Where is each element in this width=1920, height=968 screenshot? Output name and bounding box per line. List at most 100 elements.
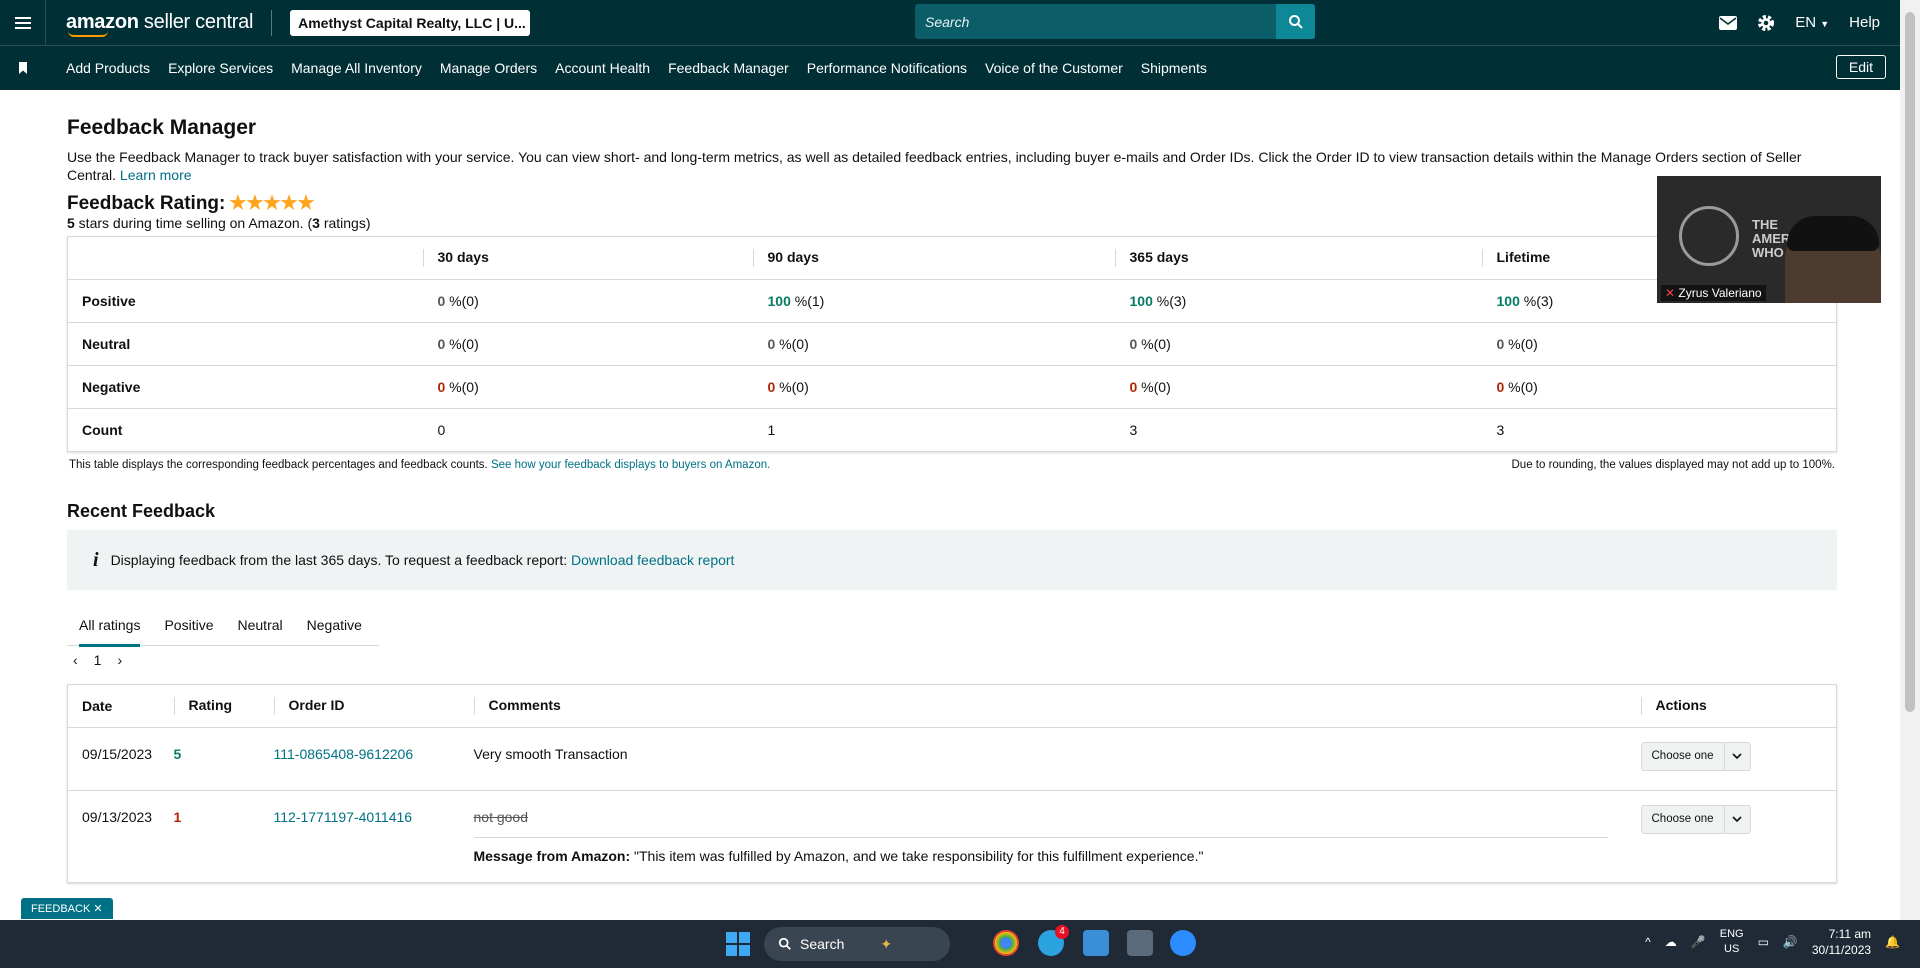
cell-unit: %(0) xyxy=(1504,336,1538,352)
nav-item-explore-services[interactable]: Explore Services xyxy=(168,60,273,76)
star-rating-icon: ★★★★★ xyxy=(229,193,315,214)
feedback-display-link[interactable]: See how your feedback displays to buyers… xyxy=(491,459,770,471)
calculator-icon[interactable] xyxy=(1127,930,1153,956)
microphone-icon[interactable]: 🎤 xyxy=(1691,935,1706,949)
chevron-up-icon[interactable]: ^ xyxy=(1645,935,1651,949)
cell-value: 100 xyxy=(1129,293,1153,309)
choose-action-dropdown[interactable]: Choose one xyxy=(1640,804,1751,834)
learn-more-link[interactable]: Learn more xyxy=(120,167,192,183)
search-icon xyxy=(1288,14,1303,29)
chrome-icon[interactable] xyxy=(993,930,1019,956)
nav-item-manage-orders[interactable]: Manage Orders xyxy=(440,60,537,76)
nav-item-account-health[interactable]: Account Health xyxy=(555,60,650,76)
nav-item-feedback-manager[interactable]: Feedback Manager xyxy=(668,60,789,76)
col-365-days: 365 days xyxy=(1129,248,1189,265)
participant-name: ✕ Zyrus Valeriano xyxy=(1661,285,1766,301)
telegram-icon[interactable]: 4 xyxy=(1038,925,1069,956)
col-30-days: 30 days xyxy=(437,248,489,265)
feedback-widget-label: FEEDBACK xyxy=(31,903,91,915)
rating-summary-text: stars during time selling on Amazon. ( xyxy=(74,215,313,231)
cell-unit: %(0) xyxy=(775,379,809,395)
table-cell: 0 %(0) xyxy=(1481,365,1837,409)
search-input[interactable]: Search xyxy=(915,14,1276,30)
language-selector[interactable]: EN ▼ xyxy=(1795,14,1829,31)
cell-value: 3 xyxy=(1496,422,1505,438)
tab-all-ratings[interactable]: All ratings xyxy=(67,604,152,647)
feedback-rating-heading: Feedback Rating: ★★★★★ xyxy=(67,192,1837,215)
seller-central-logo[interactable]: amazon seller central xyxy=(66,11,253,37)
table-row: Positive 0 %(0) 100 %(1) 100 %(3) 100 %(3) xyxy=(67,279,1837,323)
notification-icon[interactable]: 🔔 xyxy=(1885,935,1900,949)
network-icon[interactable]: ▭ xyxy=(1758,935,1769,949)
mail-icon[interactable] xyxy=(1719,15,1738,30)
windows-start-icon[interactable] xyxy=(726,932,750,956)
clock-time: 7:11 am xyxy=(1828,927,1872,941)
cloud-off-icon[interactable]: ☁ xyxy=(1665,935,1677,949)
mic-off-icon: ✕ xyxy=(1665,286,1676,300)
table-cell: 3 xyxy=(1481,408,1837,452)
choose-action-dropdown[interactable]: Choose one xyxy=(1640,741,1751,771)
cell-value: 0 xyxy=(437,422,446,438)
nav-item-voice-of-customer[interactable]: Voice of the Customer xyxy=(985,60,1123,76)
participant-name-text: Zyrus Valeriano xyxy=(1678,286,1762,300)
info-alert: i Displaying feedback from the last 365 … xyxy=(67,530,1837,590)
notepad-icon[interactable] xyxy=(1083,930,1109,956)
clock[interactable]: 7:11 am 30/11/2023 xyxy=(1812,926,1871,958)
feedback-widget-button[interactable]: FEEDBACK ✕ xyxy=(21,898,113,919)
menu-icon[interactable] xyxy=(0,0,46,45)
row-label: Count xyxy=(67,408,423,452)
nav-item-shipments[interactable]: Shipments xyxy=(1141,60,1207,76)
col-comments: Comments xyxy=(488,696,561,713)
zoom-icon[interactable] xyxy=(1170,930,1196,956)
table-row: Neutral 0 %(0) 0 %(0) 0 %(0) 0 %(0) xyxy=(67,322,1837,366)
row-date: 09/13/2023 xyxy=(67,790,174,883)
search-icon xyxy=(778,937,791,950)
rating-title-text: Feedback Rating: xyxy=(67,192,226,214)
edit-nav-button[interactable]: Edit xyxy=(1835,55,1886,79)
dropdown-label: Choose one xyxy=(1651,750,1714,762)
brand-logo-icon xyxy=(1679,206,1739,266)
cell-unit: %(0) xyxy=(445,293,479,309)
nav-item-performance-notifications[interactable]: Performance Notifications xyxy=(807,60,967,76)
gear-icon[interactable] xyxy=(1757,14,1775,32)
input-language[interactable]: ENG US xyxy=(1720,927,1744,957)
tab-positive[interactable]: Positive xyxy=(152,604,225,646)
cell-unit: %(0) xyxy=(1137,379,1171,395)
table-cell: 0 %(0) xyxy=(752,365,1115,409)
order-id-link[interactable]: 111-0865408-9612206 xyxy=(274,746,414,762)
table-note-left: This table displays the corresponding fe… xyxy=(69,459,770,471)
video-call-overlay[interactable]: THE AMERI WHO ✕ Zyrus Valeriano xyxy=(1657,176,1881,303)
top-header: amazon seller central Amethyst Capital R… xyxy=(0,0,1900,45)
info-text: Displaying feedback from the last 365 da… xyxy=(110,552,568,568)
search-box[interactable]: Search xyxy=(915,4,1315,39)
rating-summary-end: ratings) xyxy=(319,215,371,231)
help-link[interactable]: Help xyxy=(1849,14,1880,31)
nav-item-manage-inventory[interactable]: Manage All Inventory xyxy=(291,60,422,76)
table-row: Count 0 1 3 3 xyxy=(67,408,1837,452)
table-cell: 3 xyxy=(1114,408,1482,452)
tab-negative[interactable]: Negative xyxy=(295,604,374,646)
nav-item-add-products[interactable]: Add Products xyxy=(66,60,150,76)
table-cell: 0 %(0) xyxy=(1481,322,1837,366)
close-icon[interactable]: ✕ xyxy=(93,903,102,915)
bookmark-icon[interactable] xyxy=(0,62,46,74)
language-label: EN xyxy=(1795,14,1817,31)
order-id-link[interactable]: 112-1771197-4011416 xyxy=(274,809,413,825)
search-highlight-icon: ✦ xyxy=(880,935,893,952)
tab-neutral[interactable]: Neutral xyxy=(226,604,295,646)
rounding-note: Due to rounding, the values displayed ma… xyxy=(1511,459,1836,471)
taskbar-search-label: Search xyxy=(800,936,845,952)
chevron-right-icon[interactable]: › xyxy=(117,652,122,668)
volume-icon[interactable]: 🔊 xyxy=(1783,935,1798,949)
cell-unit: %(0) xyxy=(1504,379,1538,395)
taskbar-search[interactable]: Search ✦ xyxy=(764,927,950,961)
row-comment: not good xyxy=(473,809,529,825)
chevron-left-icon[interactable]: ‹ xyxy=(73,652,78,668)
page-scrollbar[interactable] xyxy=(1900,0,1920,920)
download-report-link[interactable]: Download feedback report xyxy=(571,552,734,568)
page-number[interactable]: 1 xyxy=(94,652,102,668)
search-button[interactable] xyxy=(1276,4,1315,39)
row-rating: 1 xyxy=(173,790,274,883)
column-header: Rating xyxy=(173,684,274,728)
account-switcher[interactable]: Amethyst Capital Realty, LLC | U... xyxy=(290,9,531,36)
